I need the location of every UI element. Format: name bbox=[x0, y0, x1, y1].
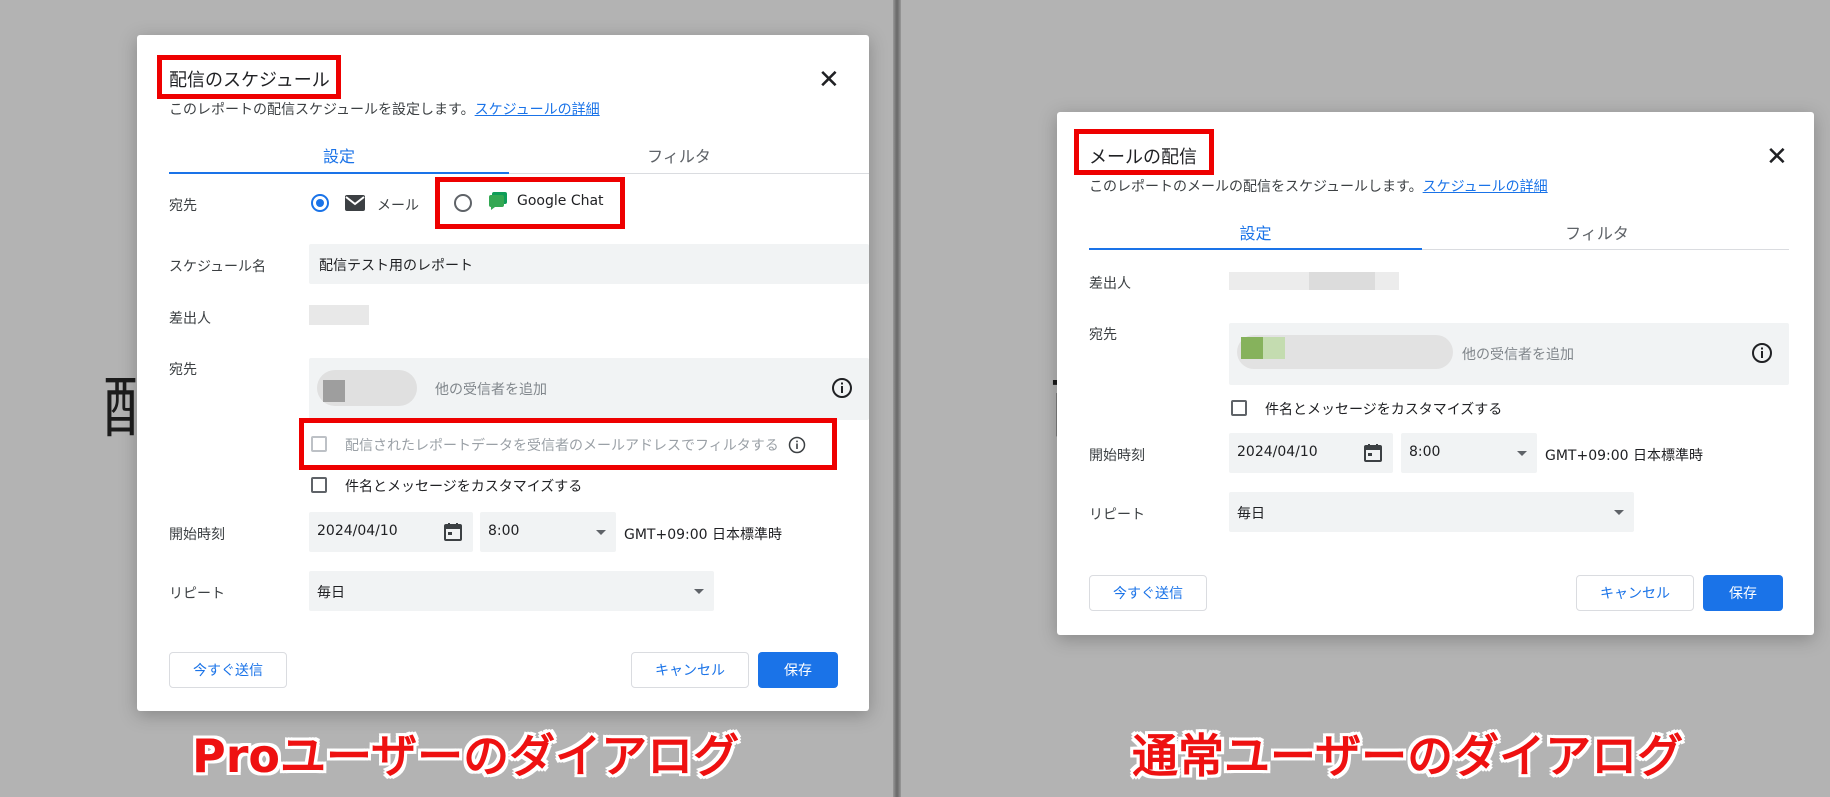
start-date-value: 2024/04/10 bbox=[1237, 444, 1318, 460]
chevron-down-icon bbox=[1517, 451, 1527, 456]
recipients-input[interactable]: 他の受信者を追加 bbox=[309, 358, 869, 420]
start-date-input[interactable]: 2024/04/10 bbox=[309, 512, 473, 552]
email-radio[interactable] bbox=[311, 194, 329, 212]
repeat-select[interactable]: 毎日 bbox=[1229, 492, 1634, 532]
dialog-description: このレポートのメールの配信をスケジュールします。スケジュールの詳細 bbox=[1089, 179, 1548, 195]
save-button[interactable]: 保存 bbox=[758, 652, 838, 688]
cancel-button[interactable]: キャンセル bbox=[631, 652, 749, 688]
repeat-label: リピート bbox=[1089, 507, 1145, 523]
google-chat-radio[interactable] bbox=[454, 194, 472, 212]
sender-label: 差出人 bbox=[169, 311, 211, 327]
normal-email-dialog: メールの配信 ✕ このレポートのメールの配信をスケジュールします。スケジュールの… bbox=[1057, 112, 1814, 635]
dialog-description: このレポートの配信スケジュールを設定します。スケジュールの詳細 bbox=[169, 102, 600, 118]
recipient-avatar bbox=[1241, 337, 1263, 359]
pro-schedule-dialog: 配信のスケジュール ✕ このレポートの配信スケジュールを設定します。スケジュール… bbox=[137, 35, 869, 711]
panel-divider bbox=[893, 0, 901, 797]
send-now-button[interactable]: 今すぐ送信 bbox=[169, 652, 287, 688]
start-time-value: 8:00 bbox=[488, 523, 520, 539]
sender-value-redacted-part bbox=[1309, 272, 1375, 290]
tab-filter[interactable]: フィルタ bbox=[1422, 220, 1772, 244]
google-chat-radio-label: Google Chat bbox=[517, 193, 604, 209]
repeat-value: 毎日 bbox=[317, 585, 345, 601]
info-icon[interactable] bbox=[831, 377, 853, 399]
start-time-label: 開始時刻 bbox=[1089, 448, 1145, 464]
recipients-placeholder: 他の受信者を追加 bbox=[1462, 347, 1574, 363]
tab-settings[interactable]: 設定 bbox=[1089, 220, 1422, 244]
save-button[interactable]: 保存 bbox=[1703, 575, 1783, 611]
recipients-label: 宛先 bbox=[1089, 327, 1117, 343]
schedule-name-value: 配信テスト用のレポート bbox=[319, 258, 473, 274]
repeat-select[interactable]: 毎日 bbox=[309, 571, 714, 611]
start-date-value: 2024/04/10 bbox=[317, 523, 398, 539]
recipients-input[interactable]: 他の受信者を追加 bbox=[1229, 323, 1789, 385]
filter-by-recipient-checkbox[interactable] bbox=[311, 436, 327, 452]
calendar-icon[interactable] bbox=[1363, 443, 1383, 463]
destination-label: 宛先 bbox=[169, 198, 197, 214]
dialog-title: メールの配信 bbox=[1089, 147, 1197, 168]
close-icon[interactable]: ✕ bbox=[818, 67, 840, 93]
filter-info-icon[interactable] bbox=[788, 436, 806, 454]
send-now-button[interactable]: 今すぐ送信 bbox=[1089, 575, 1207, 611]
normal-dialog-caption: 通常ユーザーのダイアログ bbox=[1132, 729, 1684, 783]
left-panel: 配 配信のスケジュール ✕ このレポートの配信スケジュールを設定します。スケジュ… bbox=[0, 0, 893, 797]
email-radio-label: メール bbox=[377, 198, 419, 214]
customize-message-label: 件名とメッセージをカスタマイズする bbox=[345, 479, 583, 495]
filter-by-recipient-label: 配信されたレポートデータを受信者のメールアドレスでフィルタする bbox=[345, 438, 779, 454]
timezone-label: GMT+09:00 日本標準時 bbox=[1545, 448, 1704, 464]
schedule-name-label: スケジュール名 bbox=[169, 259, 267, 275]
pro-dialog-caption: Proユーザーのダイアログ bbox=[192, 729, 740, 783]
schedule-name-input[interactable]: 配信テスト用のレポート bbox=[309, 244, 869, 284]
recipient-avatar bbox=[323, 380, 345, 402]
schedule-details-link[interactable]: スケジュールの詳細 bbox=[475, 102, 600, 118]
recipients-label: 宛先 bbox=[169, 362, 197, 378]
recipient-avatar-part bbox=[1263, 337, 1285, 359]
chevron-down-icon bbox=[694, 589, 704, 594]
mail-icon bbox=[344, 194, 366, 212]
customize-message-label: 件名とメッセージをカスタマイズする bbox=[1265, 402, 1503, 418]
start-time-label: 開始時刻 bbox=[169, 527, 225, 543]
start-time-value: 8:00 bbox=[1409, 444, 1441, 460]
tab-indicator bbox=[1089, 248, 1422, 250]
tab-indicator bbox=[169, 172, 509, 174]
repeat-value: 毎日 bbox=[1237, 506, 1265, 522]
timezone-label: GMT+09:00 日本標準時 bbox=[624, 527, 783, 543]
right-panel: 酉 メールの配信 ✕ このレポートのメールの配信をスケジュールします。スケジュー… bbox=[901, 0, 1830, 797]
cancel-button[interactable]: キャンセル bbox=[1576, 575, 1694, 611]
sender-label: 差出人 bbox=[1089, 276, 1131, 292]
dialog-title: 配信のスケジュール bbox=[169, 70, 330, 91]
sender-value-redacted bbox=[309, 305, 369, 325]
info-icon[interactable] bbox=[1751, 342, 1773, 364]
calendar-icon[interactable] bbox=[443, 522, 463, 542]
recipients-placeholder: 他の受信者を追加 bbox=[435, 382, 547, 398]
start-time-select[interactable]: 8:00 bbox=[480, 512, 616, 552]
start-time-select[interactable]: 8:00 bbox=[1401, 433, 1537, 473]
google-chat-icon bbox=[488, 191, 508, 211]
start-date-input[interactable]: 2024/04/10 bbox=[1229, 433, 1393, 473]
schedule-details-link[interactable]: スケジュールの詳細 bbox=[1423, 179, 1548, 195]
tab-settings[interactable]: 設定 bbox=[169, 143, 509, 167]
customize-message-checkbox[interactable] bbox=[311, 477, 327, 493]
tab-filter[interactable]: フィルタ bbox=[509, 143, 849, 167]
chevron-down-icon bbox=[596, 530, 606, 535]
close-icon[interactable]: ✕ bbox=[1766, 144, 1788, 170]
chevron-down-icon bbox=[1614, 510, 1624, 515]
customize-message-checkbox[interactable] bbox=[1231, 400, 1247, 416]
repeat-label: リピート bbox=[169, 586, 225, 602]
